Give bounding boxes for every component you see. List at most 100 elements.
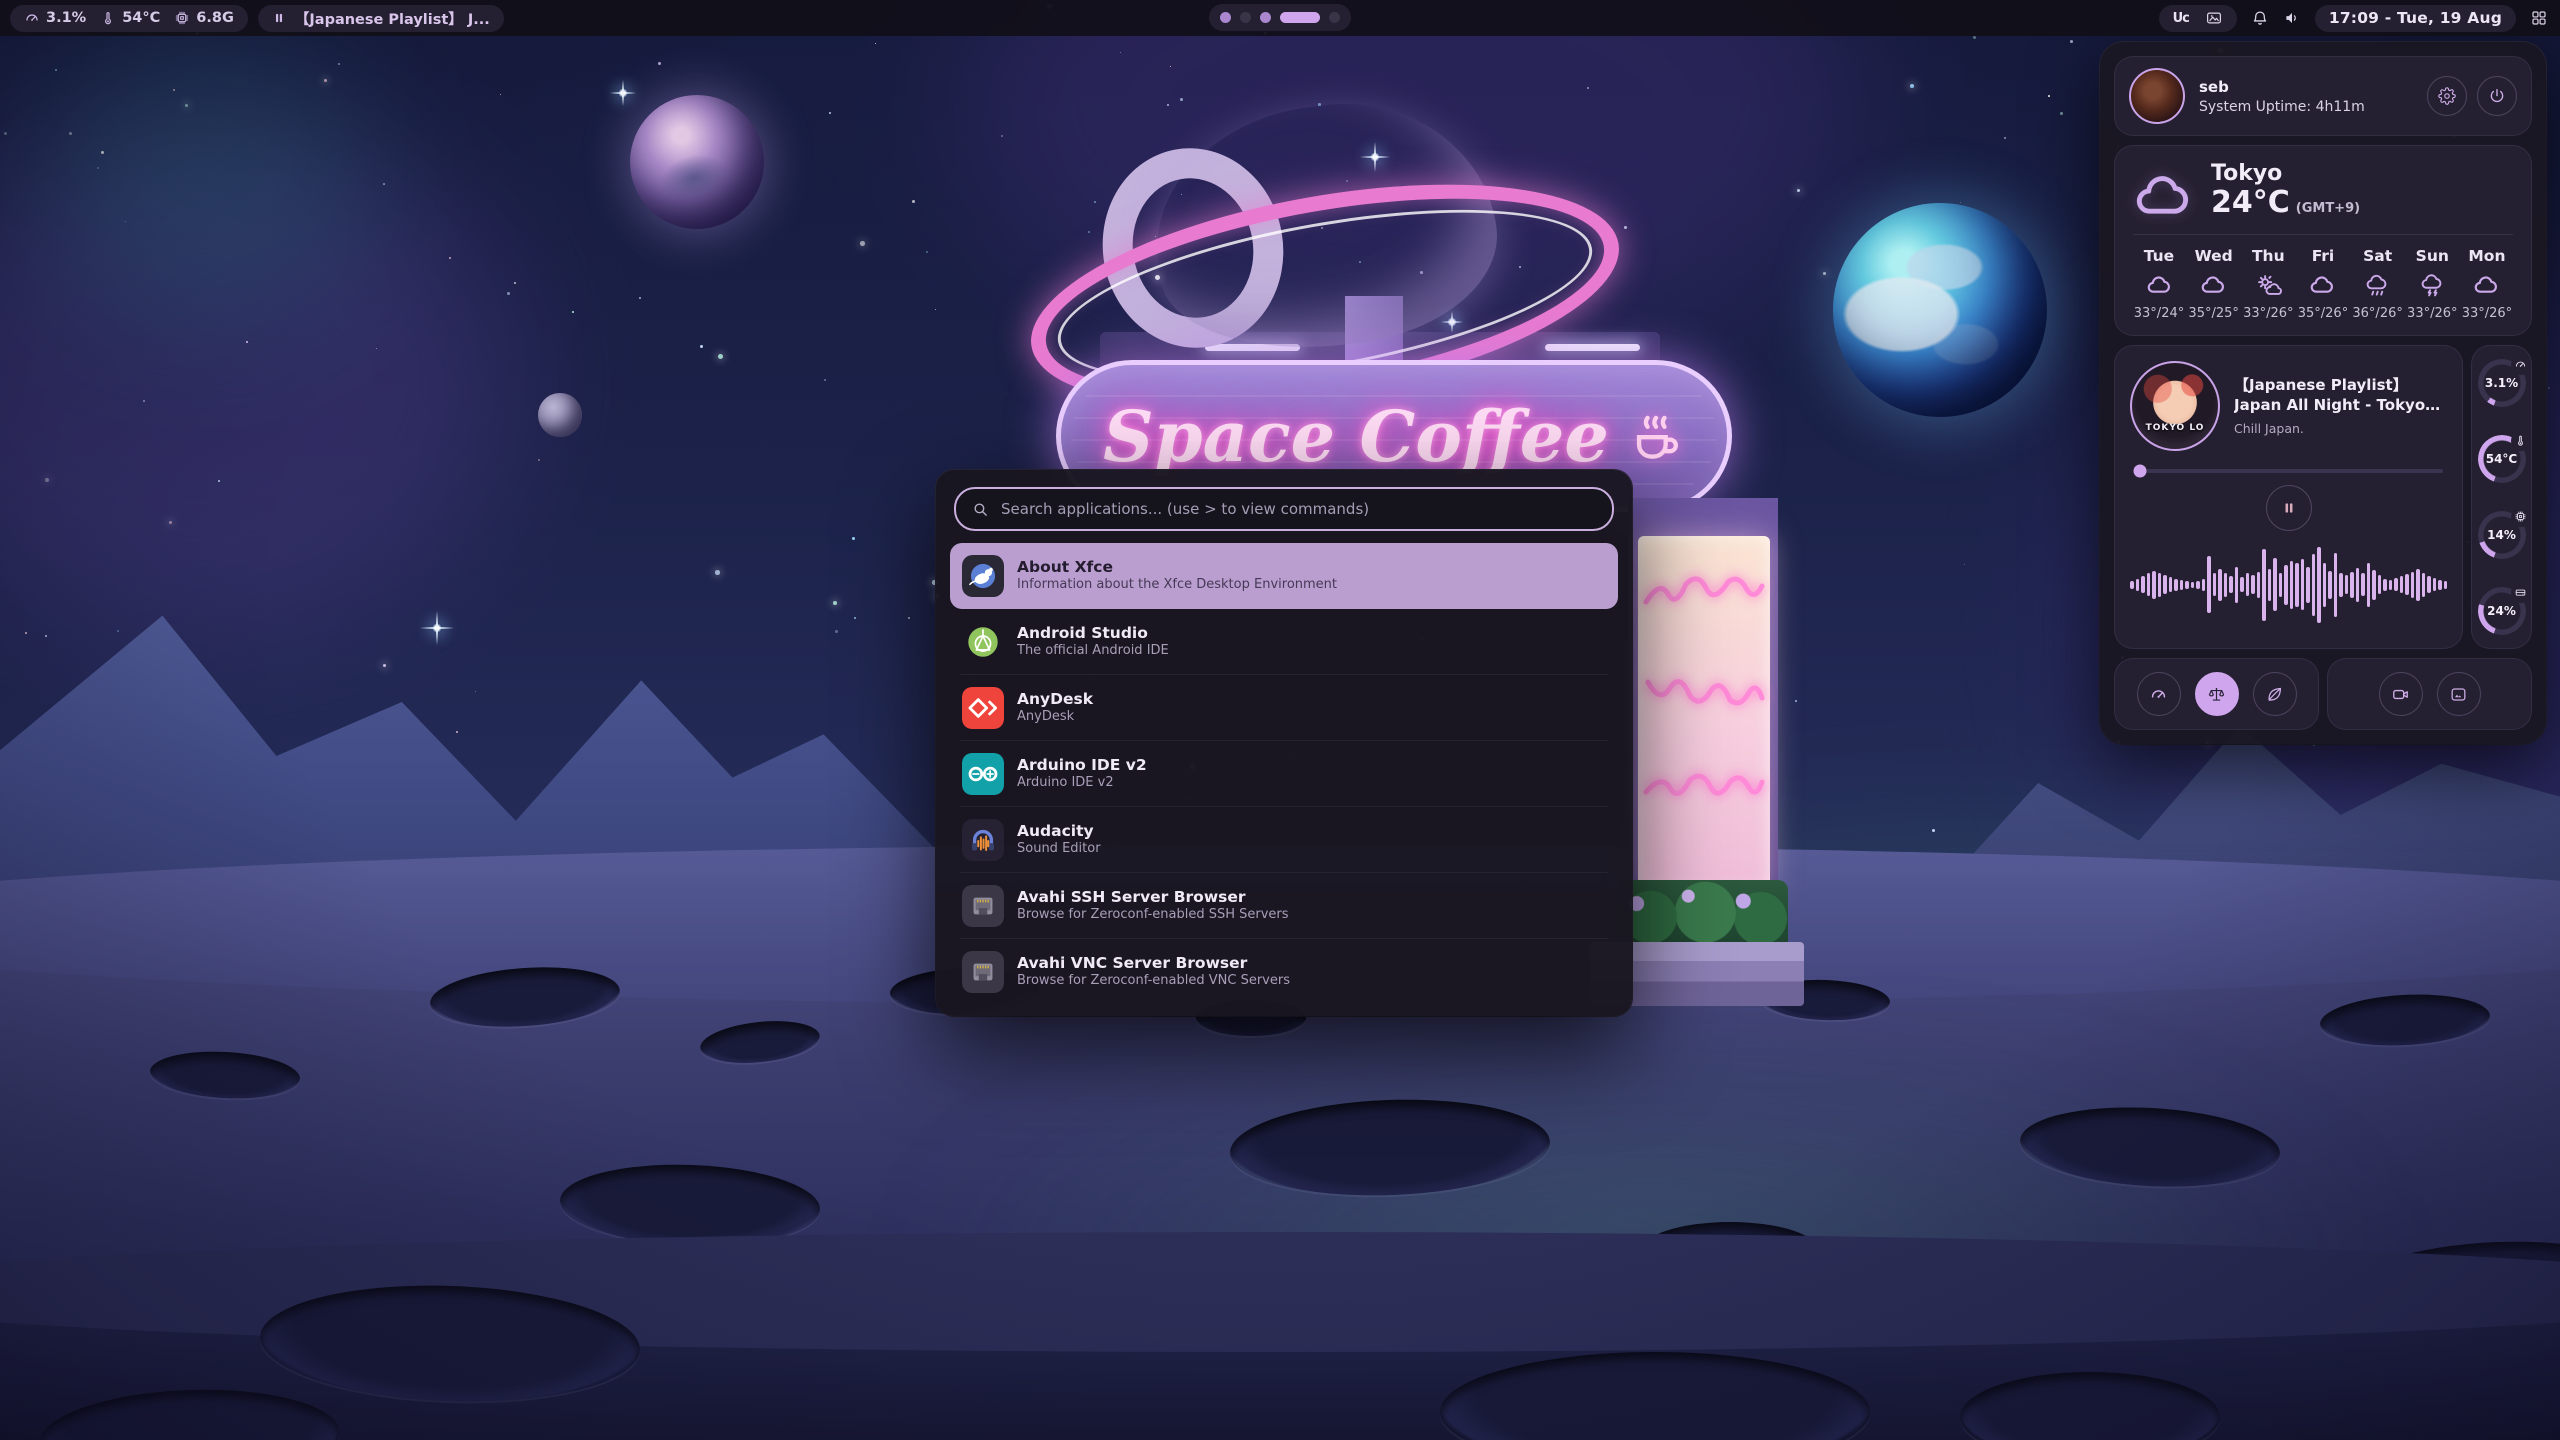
user-card: seb System Uptime: 4h11m [2115, 57, 2531, 135]
nebula [30, 40, 370, 320]
sign-text: Space Coffee [1103, 395, 1609, 478]
gauge-icon [2511, 355, 2531, 375]
system-uptime: System Uptime: 4h11m [2199, 99, 2365, 115]
workspace-dot-3[interactable] [1260, 12, 1271, 23]
app-icon [962, 621, 1004, 663]
forecast-temps: 35°/25° [2188, 306, 2238, 321]
weather-card: Tokyo 24°C(GMT+9) Tue 33°/24° Wed 35°/25… [2115, 146, 2531, 335]
desktop: Space Coffee 3.1% [0, 0, 2560, 1440]
capture-video-camera-button[interactable] [2379, 672, 2423, 716]
sensor-gauge: 54°C [2478, 435, 2526, 483]
app-name: Arduino IDE v2 [1017, 756, 1147, 775]
app-list-item[interactable]: About Xfce Information about the Xfce De… [950, 543, 1618, 609]
thermometer-icon [100, 10, 116, 26]
search-box[interactable] [954, 487, 1614, 531]
app-list-item[interactable]: Avahi SSH Server Browser Browse for Zero… [950, 873, 1618, 939]
power-profile-scales-button[interactable] [2195, 672, 2239, 716]
leaf-icon [2265, 685, 2284, 704]
workspace-dot-2[interactable] [1240, 12, 1251, 23]
progress-knob[interactable] [2134, 464, 2147, 477]
weather-temperature: 24°C(GMT+9) [2211, 186, 2360, 221]
wallpaper-icon[interactable] [2205, 9, 2223, 27]
app-grid-icon[interactable] [2530, 9, 2548, 27]
cafe-plants [1616, 880, 1788, 942]
power-button[interactable] [2477, 76, 2517, 116]
coffee-cup-icon [1627, 407, 1685, 465]
gauge-icon [2511, 431, 2531, 451]
app-description: Browse for Zeroconf-enabled SSH Servers [1017, 907, 1289, 924]
forecast-weather-icon [2364, 272, 2391, 299]
input-method-icon[interactable]: Uc [2173, 11, 2189, 26]
forecast-temps: 36°/26° [2352, 306, 2402, 321]
app-description: Browse for Zeroconf-enabled VNC Servers [1017, 973, 1290, 990]
app-description: Information about the Xfce Desktop Envir… [1017, 577, 1337, 594]
system-sensors-card: 3.1% 54°C 14% 24% [2472, 346, 2531, 648]
app-list: About Xfce Information about the Xfce De… [936, 541, 1632, 1015]
temperature-stat-value: 54°C [122, 10, 160, 26]
forecast-temps: 33°/26° [2462, 306, 2512, 321]
album-art: TOKYO LO [2130, 361, 2220, 451]
app-name: Android Studio [1017, 624, 1169, 643]
pause-button[interactable] [2266, 485, 2312, 531]
app-icon [962, 951, 1004, 993]
workspace-indicator[interactable] [1209, 4, 1351, 31]
app-name: Audacity [1017, 822, 1101, 841]
forecast-day: Wed 35°/25° [2188, 247, 2240, 321]
capture-screenshot-button[interactable] [2437, 672, 2481, 716]
top-bar: 3.1% 54°C 6.8G 【Japanese Playlist】 J... … [0, 0, 2560, 36]
clock[interactable]: 17:09 - Tue, 19 Aug [2315, 5, 2516, 32]
app-description: The official Android IDE [1017, 643, 1169, 660]
gauge-icon [24, 10, 40, 26]
media-progress-bar[interactable] [2134, 469, 2443, 473]
search-input[interactable] [999, 499, 1596, 519]
bell-icon[interactable] [2251, 9, 2269, 27]
app-list-item[interactable]: AnyDesk AnyDesk [950, 675, 1618, 741]
now-playing-label: 【Japanese Playlist】 J... [295, 8, 490, 29]
power-profile-leaf-button[interactable] [2253, 672, 2297, 716]
gauge-icon [2149, 685, 2168, 704]
volume-icon[interactable] [2283, 9, 2301, 27]
settings-button[interactable] [2427, 76, 2467, 116]
app-list-item[interactable]: Avahi VNC Server Browser Browse for Zero… [950, 939, 1618, 1005]
forecast-weather-icon [2309, 272, 2336, 299]
app-description: AnyDesk [1017, 709, 1093, 726]
now-playing-pill[interactable]: 【Japanese Playlist】 J... [258, 5, 504, 32]
capture-card [2328, 659, 2531, 729]
power-icon [2488, 87, 2506, 105]
workspace-dot-5[interactable] [1329, 12, 1340, 23]
media-player-card: TOKYO LO 【Japanese Playlist】 Japan All N… [2115, 346, 2462, 648]
forecast-day: Sun 33°/26° [2406, 247, 2458, 321]
power-profile-gauge-button[interactable] [2137, 672, 2181, 716]
weather-city: Tokyo [2211, 162, 2360, 186]
app-icon [962, 885, 1004, 927]
system-stats-pill: 3.1% 54°C 6.8G [10, 5, 248, 32]
forecast-weather-icon [2419, 272, 2446, 299]
forecast-weather-icon [2200, 272, 2227, 299]
memory-stat: 6.8G [174, 10, 234, 26]
forecast-day-label: Fri [2312, 247, 2335, 265]
forecast-day-label: Thu [2252, 247, 2285, 265]
sensor-gauge: 3.1% [2478, 359, 2526, 407]
app-icon [962, 687, 1004, 729]
weather-forecast: Tue 33°/24° Wed 35°/25° Thu 33°/26° Fri … [2133, 247, 2513, 321]
memory-stat-value: 6.8G [196, 10, 234, 26]
app-list-item[interactable]: Android Studio The official Android IDE [950, 609, 1618, 675]
pause-icon [2281, 500, 2297, 516]
cpu-stat: 3.1% [24, 10, 86, 26]
weather-current-icon [2133, 166, 2195, 216]
forecast-weather-icon [2473, 272, 2500, 299]
workspace-dot-1[interactable] [1220, 12, 1231, 23]
earth-planet [1833, 203, 2047, 417]
forecast-weather-icon [2255, 272, 2282, 299]
saturn-coffee-cup [1085, 100, 1555, 370]
forecast-day: Mon 33°/26° [2461, 247, 2513, 321]
systray-pill: Uc [2159, 5, 2237, 32]
app-list-item[interactable]: Arduino IDE v2 Arduino IDE v2 [950, 741, 1618, 807]
forecast-day-label: Sun [2416, 247, 2449, 265]
workspace-dot-4[interactable] [1280, 12, 1320, 23]
media-title: 【Japanese Playlist】 Japan All Night - To… [2234, 375, 2447, 416]
app-list-item[interactable]: Audacity Sound Editor [950, 807, 1618, 873]
app-icon [962, 555, 1004, 597]
chip-icon [174, 10, 190, 26]
forecast-day: Thu 33°/26° [2242, 247, 2294, 321]
